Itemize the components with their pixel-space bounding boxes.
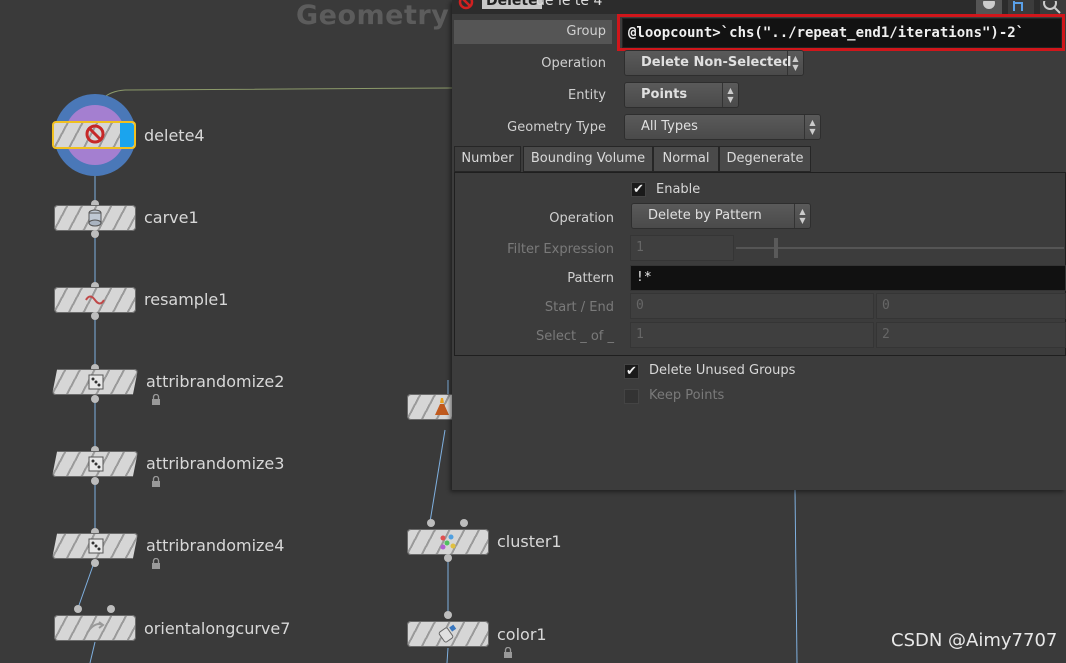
help-icon[interactable] bbox=[1008, 0, 1034, 14]
lock-icon bbox=[151, 393, 161, 408]
pattern-label: Pattern bbox=[567, 271, 614, 286]
output-port[interactable] bbox=[91, 477, 99, 485]
start-end-label: Start / End bbox=[544, 300, 614, 315]
node-label-delete4[interactable]: delete4 bbox=[144, 126, 205, 145]
tab-normal[interactable]: Normal bbox=[653, 146, 719, 172]
lock-icon bbox=[151, 557, 161, 572]
operation-label: Operation bbox=[541, 56, 606, 71]
filter-expression-label: Filter Expression bbox=[507, 242, 614, 257]
enable-label: Enable bbox=[656, 182, 701, 197]
input-port[interactable] bbox=[107, 605, 115, 613]
delete-unused-groups-label: Delete Unused Groups bbox=[649, 363, 796, 378]
node-name-field[interactable]: de le te 4 bbox=[536, 0, 602, 9]
filter-expression-field[interactable]: 1 bbox=[630, 235, 734, 261]
panel-header: Delete de le te 4 bbox=[452, 0, 1066, 14]
color-dots-icon bbox=[438, 532, 458, 552]
lock-icon bbox=[151, 475, 161, 490]
gear-icon[interactable] bbox=[976, 0, 1002, 14]
input-port[interactable] bbox=[460, 519, 468, 527]
keep-points-label: Keep Points bbox=[649, 388, 725, 403]
tab-number[interactable]: Number bbox=[454, 146, 521, 172]
output-port[interactable] bbox=[444, 554, 452, 562]
highlight-box bbox=[617, 14, 1065, 51]
dice-icon bbox=[86, 536, 106, 556]
output-port[interactable] bbox=[91, 230, 99, 238]
select-b-field[interactable]: 2 bbox=[876, 322, 1066, 348]
lock-icon bbox=[503, 646, 513, 661]
enable-checkbox[interactable]: ✔ bbox=[631, 182, 646, 197]
context-title: Geometry bbox=[296, 0, 450, 31]
wave-icon bbox=[85, 290, 105, 310]
dice-icon bbox=[86, 454, 106, 474]
watermark: CSDN @Aimy7707 bbox=[891, 630, 1058, 651]
cylinder-icon bbox=[85, 208, 105, 228]
updown-arrows-icon: ▲ ▼ bbox=[722, 83, 738, 107]
input-port[interactable] bbox=[427, 519, 435, 527]
display-flag[interactable] bbox=[120, 123, 134, 147]
tab-degenerate[interactable]: Degenerate bbox=[719, 146, 811, 172]
dice-icon bbox=[86, 372, 106, 392]
pattern-field[interactable]: !* bbox=[630, 265, 1066, 291]
search-icon[interactable] bbox=[1040, 0, 1066, 14]
no-entry-icon bbox=[85, 124, 105, 144]
entity-menu[interactable]: Points ▲ ▼ bbox=[625, 83, 738, 107]
output-port[interactable] bbox=[91, 395, 99, 403]
node-label-attribrandomize3[interactable]: attribrandomize3 bbox=[146, 454, 284, 473]
paint-tube-icon bbox=[438, 624, 458, 644]
volcano-icon bbox=[434, 397, 450, 417]
select-of-label: Select _ of _ bbox=[535, 329, 614, 344]
number-operation-menu[interactable]: Delete by Pattern ▲ ▼ bbox=[632, 204, 810, 228]
entity-label: Entity bbox=[568, 88, 606, 103]
entity-value: Points bbox=[641, 87, 688, 102]
end-field[interactable]: 0 bbox=[876, 293, 1066, 319]
operation-menu[interactable]: Delete Non-Selected ▲ ▼ bbox=[625, 51, 803, 75]
number-operation-label: Operation bbox=[549, 211, 614, 226]
node-label-orientalongcurve7[interactable]: orientalongcurve7 bbox=[144, 619, 290, 638]
node-label-resample1[interactable]: resample1 bbox=[144, 290, 228, 309]
node-label-attribrandomize4[interactable]: attribrandomize4 bbox=[146, 536, 284, 555]
input-port[interactable] bbox=[444, 611, 452, 619]
number-operation-value: Delete by Pattern bbox=[648, 208, 762, 223]
node-label-color1[interactable]: color1 bbox=[497, 625, 547, 644]
filter-slider-track[interactable] bbox=[736, 247, 1064, 249]
node-label-cluster1[interactable]: cluster1 bbox=[497, 532, 562, 551]
node-label-attribrandomize2[interactable]: attribrandomize2 bbox=[146, 372, 284, 391]
curve-arrows-icon bbox=[85, 618, 105, 638]
updown-arrows-icon: ▲ ▼ bbox=[787, 51, 803, 75]
input-port[interactable] bbox=[74, 605, 82, 613]
group-label: Group bbox=[566, 24, 606, 39]
filter-slider-knob[interactable] bbox=[774, 238, 778, 258]
operation-value: Delete Non-Selected bbox=[641, 55, 792, 70]
delete-node-icon[interactable] bbox=[458, 0, 474, 10]
geometry-type-label: Geometry Type bbox=[507, 120, 606, 135]
geometry-type-menu[interactable]: All Types ▲ ▼ bbox=[625, 115, 820, 139]
select-a-field[interactable]: 1 bbox=[630, 322, 874, 348]
geometry-type-value: All Types bbox=[641, 119, 698, 134]
parameter-panel[interactable]: Delete de le te 4 Group @loopcount>`chs(… bbox=[452, 0, 1066, 490]
tab-content-number: ✔ Enable Operation Delete by Pattern ▲ ▼ … bbox=[454, 172, 1066, 356]
updown-arrows-icon: ▲ ▼ bbox=[804, 115, 820, 139]
node-type-label: Delete bbox=[482, 0, 542, 9]
start-field[interactable]: 0 bbox=[630, 293, 874, 319]
node-label-carve1[interactable]: carve1 bbox=[144, 208, 199, 227]
updown-arrows-icon: ▲ ▼ bbox=[794, 204, 810, 228]
tab-bounding-volume[interactable]: Bounding Volume bbox=[523, 146, 653, 172]
keep-points-checkbox[interactable] bbox=[624, 389, 639, 404]
delete-unused-groups-checkbox[interactable]: ✔ bbox=[624, 364, 639, 379]
output-port[interactable] bbox=[91, 312, 99, 320]
output-port[interactable] bbox=[91, 559, 99, 567]
